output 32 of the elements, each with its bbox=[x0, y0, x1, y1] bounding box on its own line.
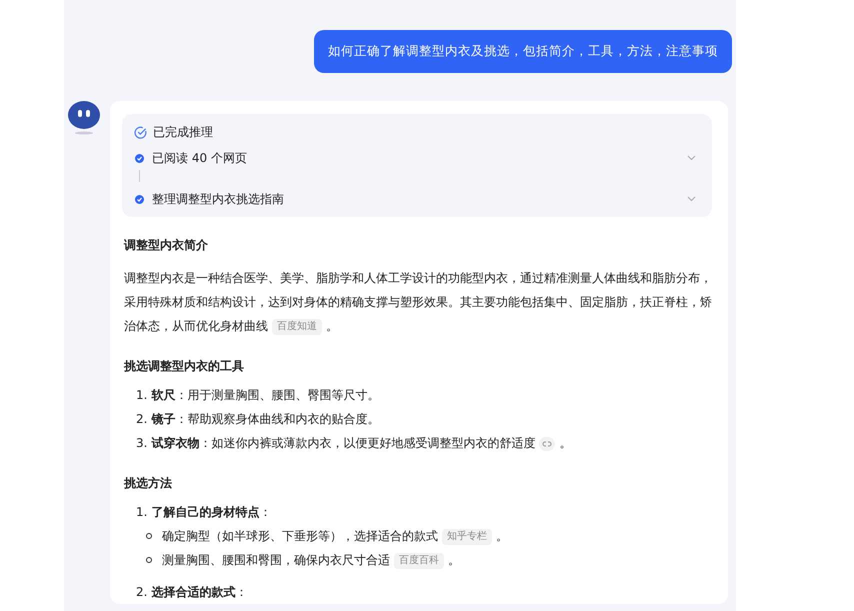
paragraph: 调整型内衣是一种结合医学、美学、脂肪学和人体工学设计的功能型内衣，通过精准测量人体曲线和脂肪分布，采用特殊材质和结构设计，达到对身体的精确支撑与塑形效果。其主要功能包括集中、固定脂肪，扶正脊柱，矫治体态，从而优化身材曲线 百度知道 。 bbox=[124, 270, 712, 337]
reasoning-status: 已完成推理 bbox=[153, 124, 213, 141]
chevron-down-icon bbox=[687, 196, 696, 202]
list-number: 3. bbox=[136, 435, 148, 452]
list-item-text: 了解自己的身材特点： bbox=[151, 504, 272, 521]
bullet-icon bbox=[146, 533, 152, 539]
list-number: 1. bbox=[136, 504, 148, 521]
step-check-icon bbox=[135, 154, 144, 162]
section-heading: 挑选方法 bbox=[124, 475, 173, 492]
reasoning-step[interactable]: 整理调整型内衣挑选指南 bbox=[134, 187, 696, 211]
list-item-text: 镜子：帮助观察身体曲线和内衣的贴合度。 bbox=[151, 411, 380, 428]
bullet-icon bbox=[146, 557, 152, 563]
reasoning-step[interactable]: 已阅读 40 个网页 bbox=[134, 146, 696, 170]
list-item-text: 选择合适的款式： bbox=[151, 584, 248, 601]
source-link[interactable]: 百度知道 bbox=[272, 318, 322, 335]
check-circle-icon bbox=[134, 126, 147, 139]
section-heading: 挑选调整型内衣的工具 bbox=[124, 358, 245, 375]
step-check-icon bbox=[135, 194, 144, 204]
robot-avatar-icon bbox=[68, 101, 100, 135]
list-item-text: 软尺：用于测量胸围、腰围、臀围等尺寸。 bbox=[151, 387, 380, 404]
list-number: 2. bbox=[136, 584, 148, 601]
chevron-down-icon bbox=[687, 155, 696, 161]
list-item-text: 试穿衣物：如迷你内裤或薄款内衣，以便更好地感受调整型内衣的舒适度 。 bbox=[151, 435, 572, 453]
bullet-text: 确定胸型（如半球形、下垂形等），选择适合的款式 知乎专栏 。 bbox=[162, 528, 508, 547]
link-icon[interactable] bbox=[539, 436, 556, 451]
source-link[interactable]: 百度百科 bbox=[394, 552, 444, 569]
list-number: 2. bbox=[136, 411, 148, 428]
user-message: 如何正确了解调整型内衣及挑选，包括简介，工具，方法，注意事项 bbox=[314, 30, 732, 73]
bullet-text: 测量胸围、腰围和臀围，确保内衣尺寸合适 百度百科 。 bbox=[162, 552, 460, 571]
list-number: 1. bbox=[136, 387, 148, 404]
section-heading: 调整型内衣简介 bbox=[124, 237, 209, 254]
source-link[interactable]: 知乎专栏 bbox=[442, 528, 492, 545]
